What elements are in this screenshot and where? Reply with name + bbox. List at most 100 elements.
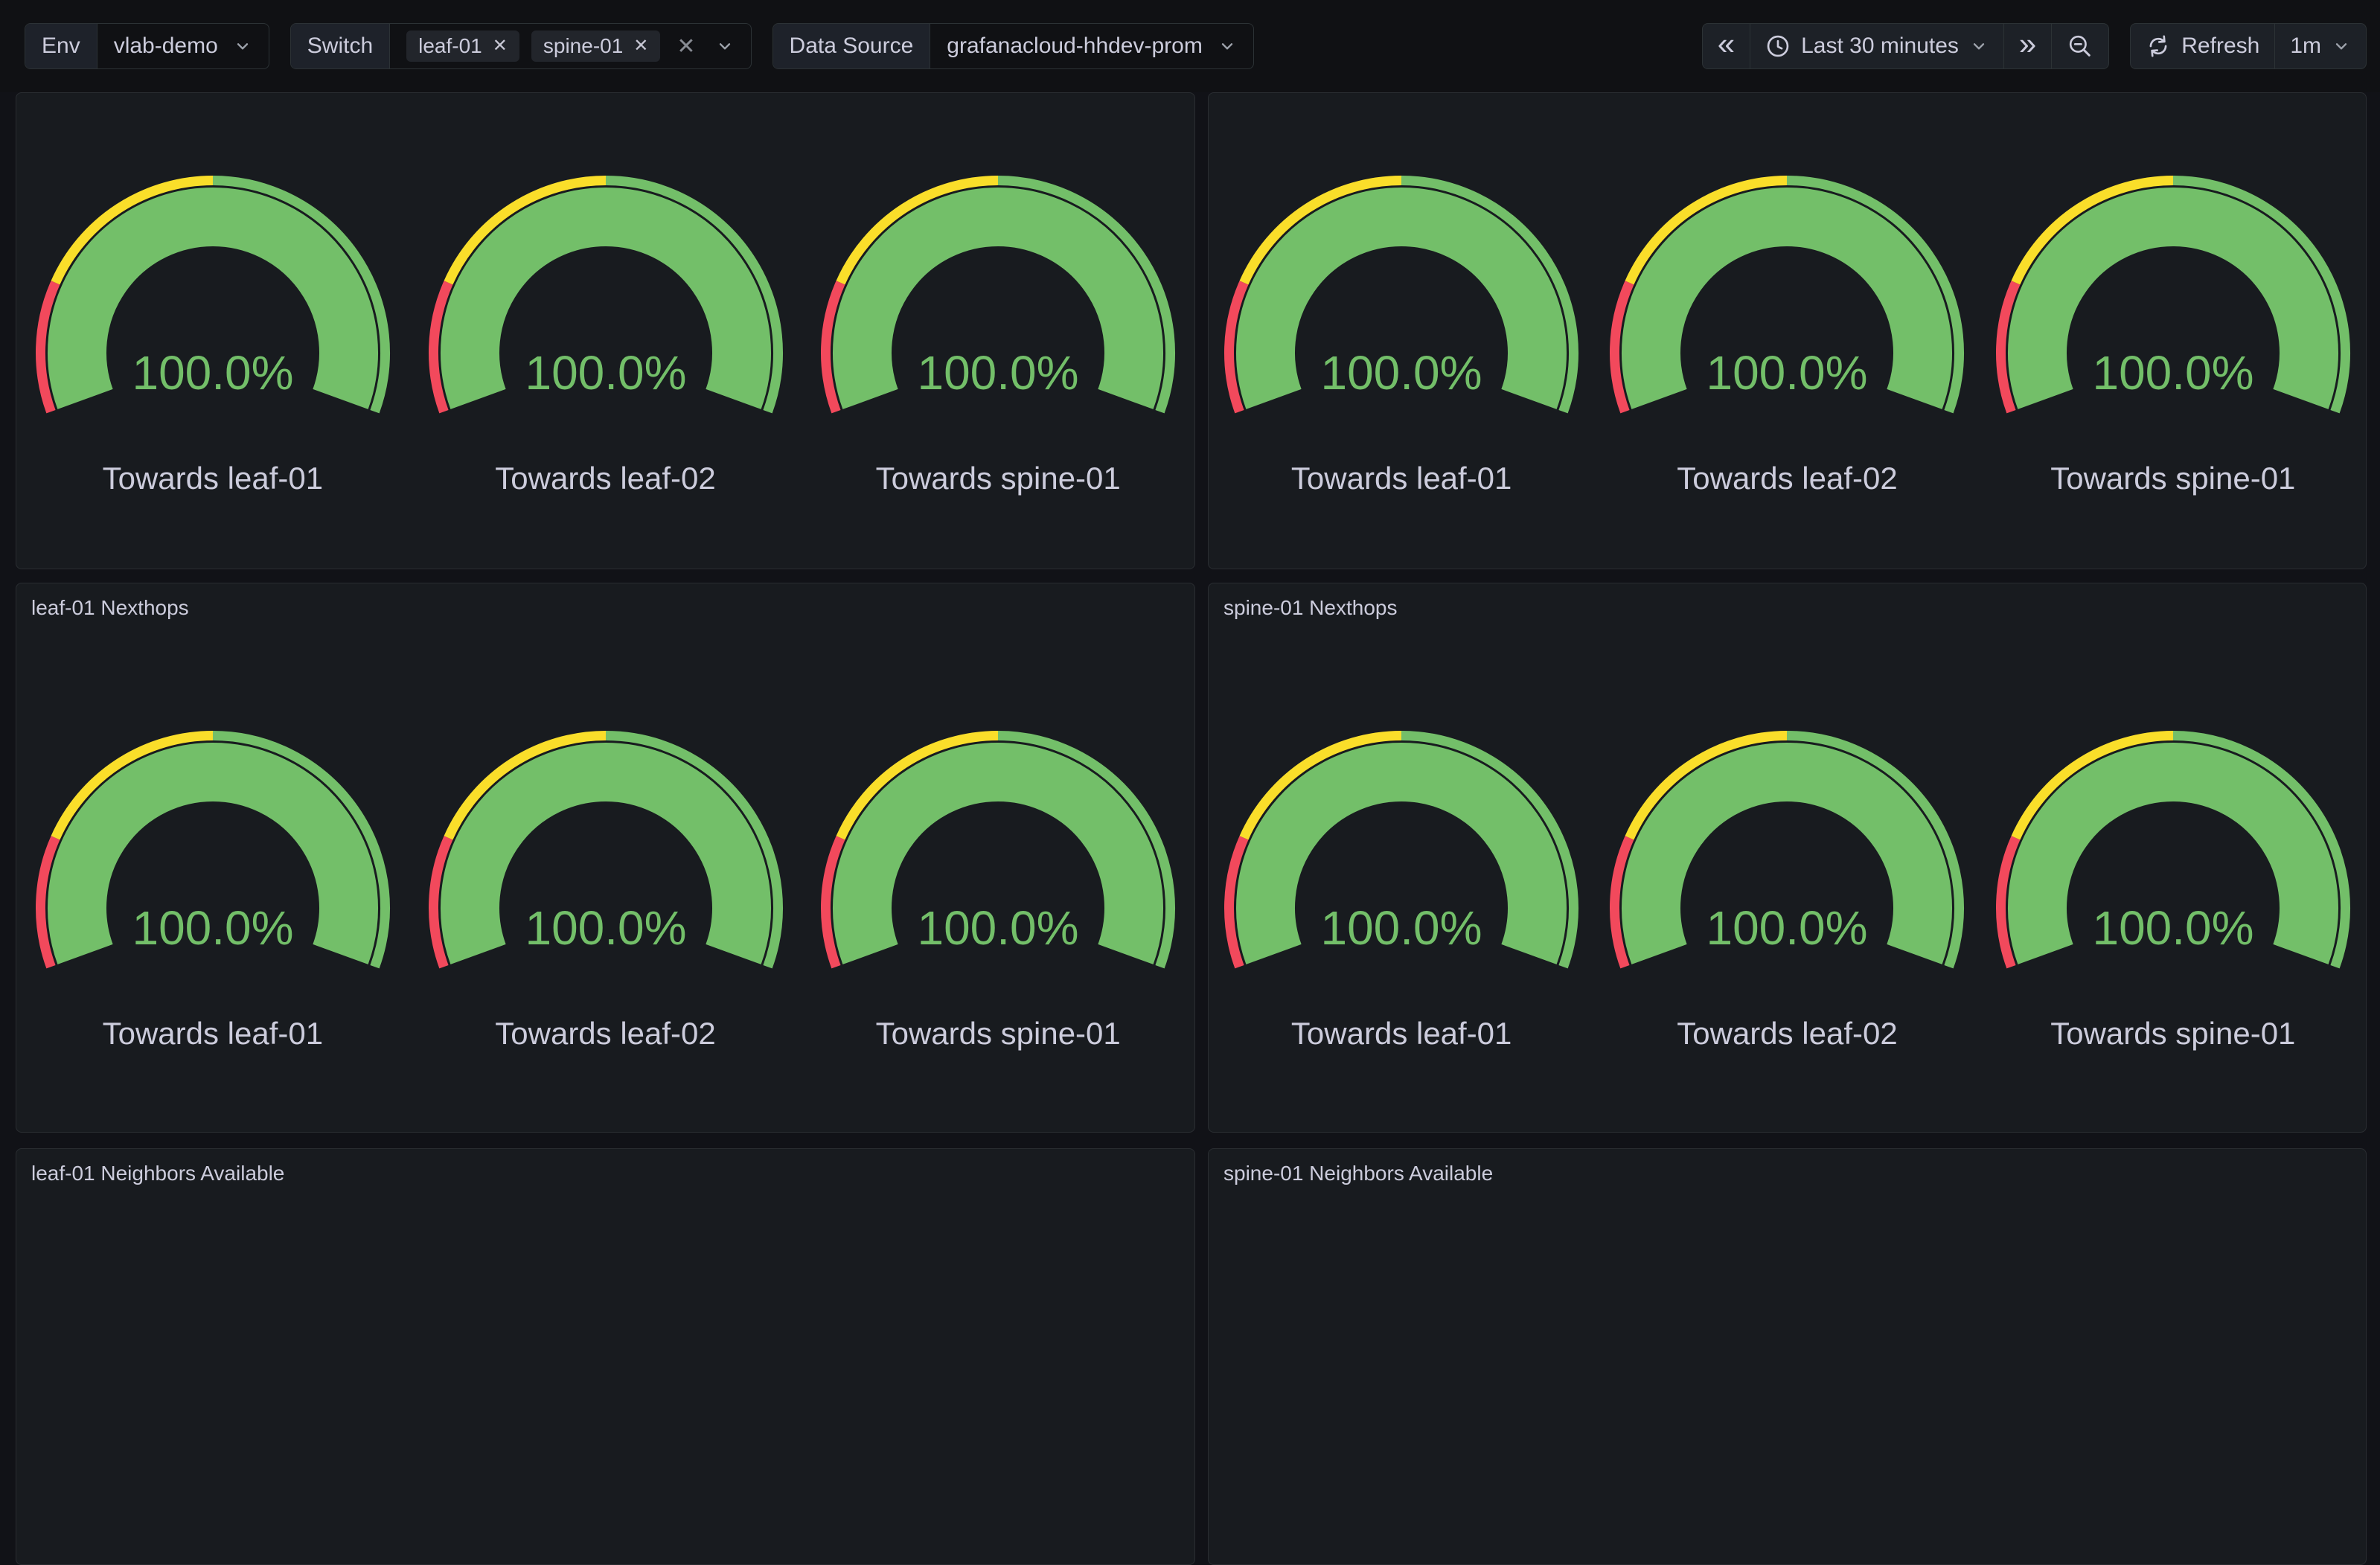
gauge-value: 100.0% <box>525 346 686 400</box>
refresh-icon <box>2146 33 2171 59</box>
remove-tag-icon[interactable]: ✕ <box>633 37 648 55</box>
gauge-value: 100.0% <box>132 901 293 955</box>
gauge-label: Towards leaf-02 <box>1677 460 1897 497</box>
gauge-label: Towards spine-01 <box>2050 460 2295 497</box>
gauge: 100.0% Towards leaf-02 <box>1594 165 1980 497</box>
chevron-down-icon <box>1218 36 1237 56</box>
panel-top-left: 100.0% Towards leaf-01 100.0% Towards le… <box>16 92 1195 569</box>
chevron-down-icon <box>1969 36 1989 56</box>
gauge-row: 100.0% Towards leaf-01 100.0% Towards le… <box>1209 93 2366 569</box>
gauge-row: 100.0% Towards leaf-01 100.0% Towards le… <box>16 93 1194 569</box>
gauge-chart: 100.0% <box>1991 165 2355 418</box>
gauge-chart: 100.0% <box>1991 720 2355 973</box>
panel-title[interactable]: leaf-01 Nexthops <box>16 583 1194 621</box>
gauge: 100.0% Towards leaf-01 <box>1209 165 1594 497</box>
gauge-chart: 100.0% <box>31 720 395 973</box>
panel-top-right: 100.0% Towards leaf-01 100.0% Towards le… <box>1208 92 2367 569</box>
panel-title[interactable]: spine-01 Nexthops <box>1209 583 2366 621</box>
gauge-chart: 100.0% <box>816 165 1180 418</box>
datasource-label: Data Source <box>773 24 931 68</box>
gauge: 100.0% Towards spine-01 <box>802 165 1194 497</box>
gauge-value: 100.0% <box>1706 346 1868 400</box>
switch-value-dropdown[interactable]: leaf-01 ✕ spine-01 ✕ ✕ <box>390 24 750 68</box>
env-variable-picker: Env vlab-demo <box>25 23 269 69</box>
tag-text: spine-01 <box>543 36 623 57</box>
env-label: Env <box>25 24 97 68</box>
panel-title[interactable]: spine-01 Neighbors Available <box>1209 1149 2366 1186</box>
gauge: 100.0% Towards leaf-01 <box>16 165 409 497</box>
gauge-label: Towards leaf-02 <box>495 1015 715 1052</box>
zoom-out-icon <box>2067 33 2093 60</box>
tag-text: leaf-01 <box>418 36 482 57</box>
gauge-row: 100.0% Towards leaf-01 100.0% Towards le… <box>16 621 1194 1132</box>
gauge-value: 100.0% <box>1706 901 1868 955</box>
gauge-value: 100.0% <box>2092 346 2253 400</box>
gauge-chart: 100.0% <box>816 720 1180 973</box>
dashboard-toolbar: Env vlab-demo Switch leaf-01 ✕ spine-01 … <box>0 0 2380 92</box>
gauge-label: Towards spine-01 <box>2050 1015 2295 1052</box>
refresh-button[interactable]: Refresh <box>2131 24 2274 68</box>
gauge-chart: 100.0% <box>1605 165 1969 418</box>
time-controls: « Last 30 minutes » <box>1702 23 2367 69</box>
gauge: 100.0% Towards spine-01 <box>1980 720 2366 1052</box>
time-picker-group: « Last 30 minutes » <box>1702 23 2110 69</box>
panel-title[interactable]: leaf-01 Neighbors Available <box>16 1149 1194 1186</box>
time-range-label: Last 30 minutes <box>1801 33 1959 59</box>
gauge: 100.0% Towards leaf-01 <box>16 720 409 1052</box>
gauge-label: Towards leaf-01 <box>1291 460 1512 497</box>
refresh-interval-dropdown[interactable]: 1m <box>2274 24 2366 68</box>
gauge-value: 100.0% <box>918 901 1079 955</box>
panel-spine-01-nexthops: spine-01 Nexthops 100.0% Towards leaf-01… <box>1208 583 2367 1133</box>
gauge-value: 100.0% <box>525 901 686 955</box>
switch-label: Switch <box>291 24 390 68</box>
gauge-label: Towards leaf-01 <box>103 460 323 497</box>
clock-icon <box>1765 33 1791 59</box>
switch-tag-leaf-01[interactable]: leaf-01 ✕ <box>406 31 519 62</box>
gauge-value: 100.0% <box>918 346 1079 400</box>
refresh-label: Refresh <box>2181 33 2259 59</box>
gauge-value: 100.0% <box>1321 346 1482 400</box>
panel-leaf-01-nexthops: leaf-01 Nexthops 100.0% Towards leaf-01 … <box>16 583 1195 1133</box>
gauge: 100.0% Towards leaf-02 <box>409 720 802 1052</box>
env-value-dropdown[interactable]: vlab-demo <box>97 24 269 68</box>
gauge-value: 100.0% <box>132 346 293 400</box>
gauge-chart: 100.0% <box>1219 165 1584 418</box>
clear-all-icon[interactable]: ✕ <box>672 33 700 60</box>
gauge-chart: 100.0% <box>1219 720 1584 973</box>
chevron-down-icon <box>2332 36 2351 56</box>
time-range-dropdown[interactable]: Last 30 minutes <box>1750 24 2003 68</box>
gauge: 100.0% Towards leaf-01 <box>1209 720 1594 1052</box>
panel-leaf-01-neighbors-available: leaf-01 Neighbors Available <box>16 1148 1195 1565</box>
gauge-value: 100.0% <box>1321 901 1482 955</box>
double-chevron-right-icon: » <box>2019 28 2036 64</box>
zoom-out-time-button[interactable] <box>2051 24 2108 68</box>
gauge-label: Towards spine-01 <box>876 460 1121 497</box>
time-shift-back-button[interactable]: « <box>1703 24 1750 68</box>
gauge-chart: 100.0% <box>31 165 395 418</box>
gauge: 100.0% Towards leaf-02 <box>1594 720 1980 1052</box>
chevron-down-icon <box>233 36 252 56</box>
time-shift-forward-button[interactable]: » <box>2003 24 2051 68</box>
refresh-interval-value: 1m <box>2290 33 2321 59</box>
gauge-chart: 100.0% <box>423 720 788 973</box>
gauge-label: Towards spine-01 <box>876 1015 1121 1052</box>
env-value: vlab-demo <box>114 33 218 59</box>
variable-pickers: Env vlab-demo Switch leaf-01 ✕ spine-01 … <box>25 23 1254 69</box>
refresh-group: Refresh 1m <box>2130 23 2367 69</box>
gauge-label: Towards leaf-02 <box>495 460 715 497</box>
datasource-value-dropdown[interactable]: grafanacloud-hhdev-prom <box>930 24 1253 68</box>
gauge: 100.0% Towards leaf-02 <box>409 165 802 497</box>
gauge-chart: 100.0% <box>423 165 788 418</box>
gauge-label: Towards leaf-02 <box>1677 1015 1897 1052</box>
gauge-row: 100.0% Towards leaf-01 100.0% Towards le… <box>1209 621 2366 1132</box>
switch-tag-spine-01[interactable]: spine-01 ✕ <box>531 31 661 62</box>
gauge: 100.0% Towards spine-01 <box>1980 165 2366 497</box>
remove-tag-icon[interactable]: ✕ <box>493 37 508 55</box>
gauge: 100.0% Towards spine-01 <box>802 720 1194 1052</box>
double-chevron-left-icon: « <box>1718 28 1735 64</box>
chevron-down-icon <box>715 36 735 56</box>
gauge-label: Towards leaf-01 <box>1291 1015 1512 1052</box>
datasource-value: grafanacloud-hhdev-prom <box>947 33 1203 59</box>
gauge-label: Towards leaf-01 <box>103 1015 323 1052</box>
gauge-value: 100.0% <box>2092 901 2253 955</box>
